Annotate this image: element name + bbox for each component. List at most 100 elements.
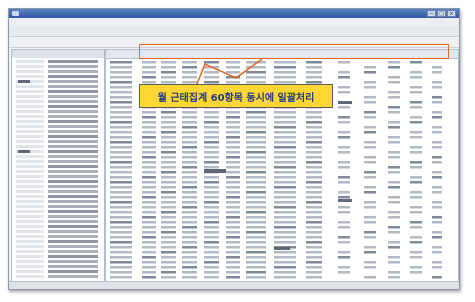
grid-cell <box>226 216 240 219</box>
maximize-button[interactable]: □ <box>437 10 446 17</box>
minimize-button[interactable]: − <box>427 10 436 17</box>
grid-cell <box>246 256 266 259</box>
grid-cell <box>161 206 176 209</box>
grid-cell <box>204 201 219 204</box>
grid-cell <box>142 61 156 64</box>
grid-cell <box>274 216 296 219</box>
grid-cell <box>388 171 400 174</box>
grid-cell <box>388 181 400 184</box>
sidebar-row-cell <box>48 230 98 233</box>
grid-cell <box>161 261 176 264</box>
grid-cell <box>246 261 266 264</box>
sidebar-row-label <box>16 185 44 188</box>
sidebar-row-cell <box>48 85 98 88</box>
sidebar-row-label <box>16 230 44 233</box>
grid-cell <box>410 76 422 79</box>
grid-cell <box>246 126 266 129</box>
grid-cell <box>110 176 132 179</box>
grid-cell <box>432 231 442 234</box>
grid-cell <box>410 121 422 124</box>
sidebar-row-cell <box>48 165 98 168</box>
grid-cell <box>110 236 132 239</box>
grid-cell <box>306 61 322 64</box>
grid-cell <box>432 126 442 129</box>
grid-cell <box>204 146 219 149</box>
sidebar-row-cell <box>48 90 98 93</box>
grid-cell <box>246 266 266 269</box>
grid-cell <box>226 76 240 79</box>
grid-cell <box>204 271 219 274</box>
sidebar-row-cell <box>48 195 98 198</box>
grid-cell <box>182 221 197 224</box>
grid-cell <box>338 76 350 79</box>
grid-cell <box>246 76 266 79</box>
sidebar-row-label <box>16 60 44 63</box>
grid-cell <box>388 201 400 204</box>
grid-cell <box>226 116 240 119</box>
grid-cell <box>110 121 132 124</box>
grid-cell <box>161 231 176 234</box>
grid-cell <box>338 266 350 269</box>
sidebar-row-cell <box>48 265 98 268</box>
grid-cell <box>364 71 376 74</box>
grid-cell <box>432 96 442 99</box>
grid-cell <box>388 216 400 219</box>
grid-cell <box>338 116 350 119</box>
grid-cell <box>246 146 266 149</box>
grid-cell <box>338 211 350 214</box>
grid-cell <box>182 226 197 229</box>
grid-cell <box>432 216 442 219</box>
grid-cell <box>182 66 197 69</box>
close-button[interactable]: × <box>447 10 456 17</box>
grid-cell <box>432 171 442 174</box>
grid-cell <box>182 146 197 149</box>
grid-cell <box>142 136 156 139</box>
grid-cell <box>274 121 296 124</box>
grid-cell <box>142 186 156 189</box>
grid-cell <box>161 226 176 229</box>
grid-cell <box>110 156 132 159</box>
sidebar-row-label <box>16 130 44 133</box>
grid-cell <box>410 146 422 149</box>
grid-cell <box>246 116 266 119</box>
grid-cell <box>410 236 422 239</box>
grid-cell <box>110 141 132 144</box>
grid-cell <box>432 221 442 224</box>
grid-cell <box>364 141 376 144</box>
grid-cell <box>110 81 132 84</box>
grid-cell <box>388 186 400 189</box>
grid-cell <box>246 236 266 239</box>
grid-cell <box>364 171 376 174</box>
grid-cell <box>410 271 422 274</box>
grid-cell <box>388 196 400 199</box>
callout-banner: 월 근태집계 60항목 동시에 일괄처리 <box>139 84 333 108</box>
grid-cell <box>204 156 219 159</box>
grid-cell <box>182 216 197 219</box>
grid-cell <box>161 176 176 179</box>
grid-cell <box>274 231 296 234</box>
grid-cell <box>274 191 296 194</box>
grid-cell <box>110 61 132 64</box>
grid-cell <box>161 196 176 199</box>
grid-cell <box>110 171 132 174</box>
grid-cell <box>110 251 132 254</box>
grid-cell <box>364 246 376 249</box>
grid-cell <box>306 111 322 114</box>
grid-cell <box>246 276 266 279</box>
highlighted-columns-box <box>139 44 449 59</box>
grid-cell <box>161 191 176 194</box>
grid-cell <box>226 146 240 149</box>
sidebar-row-label <box>16 195 44 198</box>
sidebar-row-label <box>16 135 44 138</box>
grid-cell <box>410 161 422 164</box>
grid-cell <box>364 191 376 194</box>
grid-cell <box>410 211 422 214</box>
grid-cell <box>182 141 197 144</box>
grid-cell <box>246 131 266 134</box>
grid-cell <box>204 231 219 234</box>
grid-cell <box>432 146 442 149</box>
grid-cell <box>432 71 442 74</box>
sidebar-row-cell <box>48 190 98 193</box>
toolbar <box>9 26 459 37</box>
grid-cell <box>142 256 156 259</box>
